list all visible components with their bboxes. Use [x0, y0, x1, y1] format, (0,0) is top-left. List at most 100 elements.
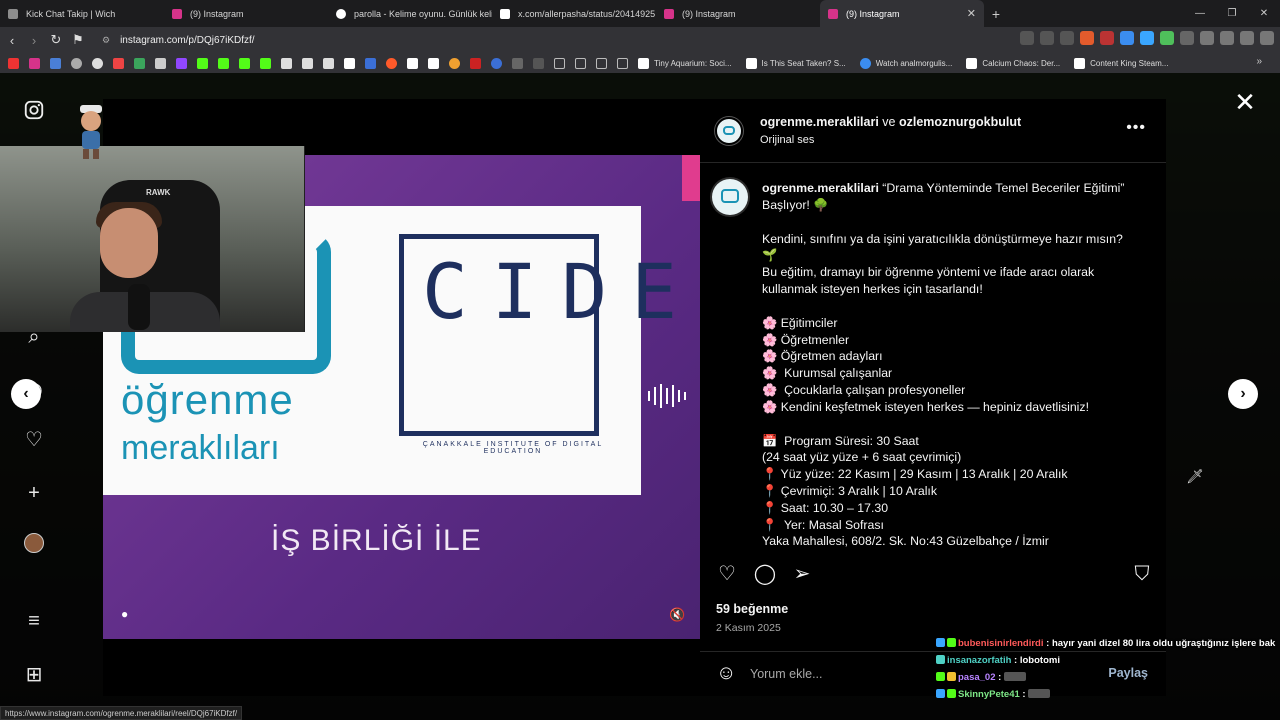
close-modal-icon[interactable]: ✕ — [1233, 89, 1257, 115]
profile-avatar[interactable] — [22, 533, 46, 557]
new-tab-button[interactable]: + — [984, 6, 1008, 22]
brave-shield-icon[interactable] — [1080, 31, 1094, 45]
bookmark-icon[interactable] — [323, 57, 334, 69]
bookmark-icon[interactable] — [365, 57, 376, 69]
caption-username[interactable]: ogrenme.meraklilari — [762, 181, 879, 195]
maximize-icon[interactable]: ❐ — [1216, 8, 1248, 19]
more-options-icon[interactable]: ••• — [1126, 119, 1146, 137]
browser-tab[interactable]: (9) Instagram — [656, 0, 820, 27]
extension-icon[interactable] — [1160, 31, 1174, 45]
menu-icon[interactable] — [1260, 31, 1274, 45]
browser-tab[interactable]: Kick Chat Takip | Wich — [0, 0, 164, 27]
close-window-icon[interactable]: ✕ — [1248, 8, 1280, 19]
steam-bookmark-icon — [1074, 57, 1086, 69]
back-icon[interactable]: ‹ — [2, 33, 22, 48]
sidebar-icon[interactable] — [1220, 31, 1234, 45]
extension-icon[interactable] — [1140, 31, 1154, 45]
folder-icon[interactable] — [617, 57, 628, 69]
minimize-icon[interactable]: — — [1184, 8, 1216, 19]
instagram-bookmark-icon[interactable] — [29, 57, 40, 69]
bookmark-item[interactable]: Content King Steam... — [1074, 57, 1168, 69]
bookmark-icon[interactable] — [533, 57, 544, 69]
kick-bookmark-icon[interactable] — [239, 57, 250, 69]
chat-emote-icon — [1003, 672, 1026, 681]
chat-badge-icon — [936, 672, 945, 681]
bookmark-label: Tiny Aquarium: Soci... — [654, 58, 732, 68]
address-bar[interactable]: ⚙ instagram.com/p/DQj67iKDfzf/ — [96, 30, 1016, 50]
post-date[interactable]: 2 Kasım 2025 — [716, 622, 781, 634]
x-bookmark-icon[interactable] — [344, 57, 355, 69]
forward-icon[interactable]: › — [24, 33, 44, 48]
drive-bookmark-icon[interactable] — [134, 57, 145, 69]
author-username[interactable]: ogrenme.meraklilari — [760, 115, 879, 129]
instagram-favicon-icon — [828, 8, 838, 19]
zoom-icon[interactable] — [1040, 31, 1054, 45]
bookmark-icon[interactable] — [50, 57, 61, 69]
tab-close-icon[interactable]: ✕ — [967, 7, 976, 20]
extensions-puzzle-icon[interactable] — [1200, 31, 1214, 45]
more-menu-icon[interactable]: ≡ — [22, 609, 46, 633]
extension-icon[interactable] — [1100, 31, 1114, 45]
bookmark-icon[interactable] — [155, 57, 166, 69]
brand-line2: meraklıları — [121, 429, 280, 467]
save-bookmark-icon[interactable]: ⛉ — [1130, 562, 1154, 586]
twitch-bookmark-icon[interactable] — [176, 57, 187, 69]
more-bookmarks-icon[interactable]: » — [1256, 56, 1262, 67]
reddit-bookmark-icon[interactable] — [386, 57, 397, 69]
bookmark-icon[interactable] — [92, 57, 103, 69]
kick-bookmark-icon[interactable] — [218, 57, 229, 69]
mute-icon[interactable]: 🔇 — [669, 607, 685, 623]
kick-bookmark-icon[interactable] — [197, 57, 208, 69]
browser-tab[interactable]: x.com/allerpasha/status/20414925 — [492, 0, 656, 27]
cast-icon[interactable] — [1020, 31, 1034, 45]
bookmark-item[interactable]: Calcium Chaos: Der... — [966, 57, 1060, 69]
kick-bookmark-icon[interactable] — [260, 57, 271, 69]
instagram-logo-icon[interactable] — [22, 99, 46, 123]
bookmark-icon[interactable] — [512, 57, 523, 69]
share-icon[interactable] — [1060, 31, 1074, 45]
bookmark-icon[interactable] — [302, 57, 313, 69]
like-count[interactable]: 59 beğenme — [716, 602, 788, 616]
apps-grid-icon[interactable]: ⊞ — [22, 663, 46, 687]
steam-bookmark-icon — [638, 57, 649, 69]
bookmark-item[interactable]: Watch analmorgulis... — [859, 57, 952, 69]
author-avatar[interactable] — [715, 117, 743, 145]
browser-tab[interactable]: (9) Instagram — [164, 0, 328, 27]
bookmark-icon[interactable] — [281, 57, 292, 69]
bookmark-icon[interactable] — [470, 57, 481, 69]
media-icon[interactable] — [1240, 31, 1254, 45]
extension-icon[interactable] — [1180, 31, 1194, 45]
like-heart-icon[interactable]: ♡ — [715, 562, 739, 586]
tab-title: (9) Instagram — [190, 8, 244, 19]
bookmark-icon[interactable] — [407, 57, 418, 69]
create-plus-icon[interactable]: + — [22, 481, 46, 505]
tagged-users-icon[interactable]: ● — [121, 607, 128, 621]
folder-icon[interactable] — [596, 57, 607, 69]
site-info-icon[interactable]: ⚙ — [102, 35, 110, 46]
bookmark-icon[interactable] — [491, 57, 502, 69]
reload-icon[interactable]: ↻ — [46, 32, 66, 48]
share-send-icon[interactable]: ➢ — [790, 562, 814, 586]
bookmark-icon[interactable] — [449, 57, 460, 69]
browser-tab[interactable]: parolla - Kelime oyunu. Günlük kelim — [328, 0, 492, 27]
youtube-bookmark-icon[interactable] — [8, 57, 19, 69]
bookmark-item[interactable]: Is This Seat Taken? S... — [745, 57, 846, 69]
bookmark-icon[interactable]: ⚑ — [68, 32, 88, 48]
browser-tab-active[interactable]: (9) Instagram ✕ — [820, 0, 984, 27]
next-post-button[interactable]: › — [1228, 379, 1258, 409]
emoji-icon[interactable]: ☺ — [716, 663, 736, 683]
gmail-bookmark-icon[interactable] — [113, 57, 124, 69]
audio-label[interactable]: Orijinal ses — [760, 134, 814, 146]
notifications-heart-icon[interactable]: ♡ — [22, 428, 46, 452]
coauthor-username[interactable]: ozlemoznurgokbulut — [899, 115, 1021, 129]
bookmark-icon[interactable] — [71, 57, 82, 69]
bookmark-item[interactable]: Tiny Aquarium: Soci... — [638, 57, 732, 69]
comment-icon[interactable]: ◯ — [753, 562, 777, 586]
folder-icon[interactable] — [575, 57, 586, 69]
extension-icon[interactable] — [1120, 31, 1134, 45]
previous-post-button[interactable]: ‹ — [11, 379, 41, 409]
bookmark-icon[interactable] — [428, 57, 439, 69]
folder-icon[interactable] — [554, 57, 565, 69]
caption-author-avatar[interactable] — [712, 179, 748, 215]
